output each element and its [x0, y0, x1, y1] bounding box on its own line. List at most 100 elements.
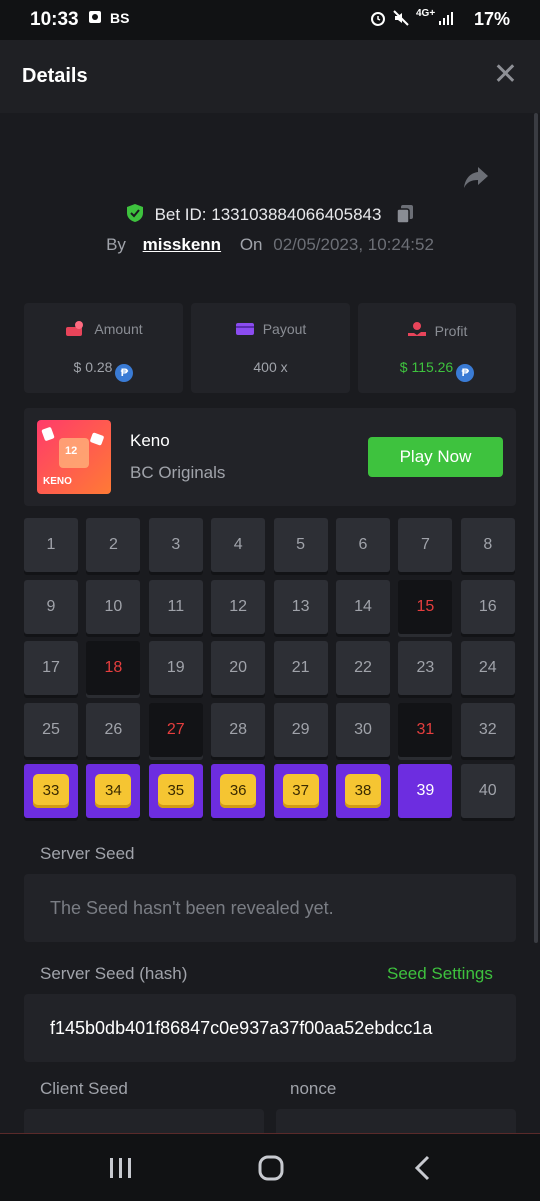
alarm-icon — [370, 10, 386, 29]
payout-label: Payout — [262, 321, 307, 337]
gem-icon: 38 — [345, 774, 381, 808]
home-icon[interactable] — [257, 1154, 285, 1182]
recent-apps-icon[interactable] — [108, 1156, 134, 1180]
play-now-button[interactable]: Play Now — [368, 437, 503, 477]
server-seed-hash-value: f145b0db401f86847c0e937a37f00aa52ebdcc1a — [50, 1018, 433, 1038]
keno-cell[interactable]: 14 — [336, 579, 390, 634]
peso-coin-icon: ₱ — [115, 364, 134, 382]
game-card: 12 KENO Keno BC Originals Play Now — [24, 408, 516, 506]
keno-cell[interactable]: 1 — [24, 518, 78, 572]
back-icon[interactable] — [412, 1154, 434, 1182]
shield-icon — [126, 203, 144, 228]
gem-icon: 35 — [157, 774, 194, 808]
keno-cell[interactable]: 38 — [336, 764, 390, 818]
bet-date: 02/05/2023, 10:24:52 — [273, 235, 434, 254]
server-seed-hash-box[interactable]: f145b0db401f86847c0e937a37f00aa52ebdcc1a — [24, 994, 516, 1062]
gem-icon: 36 — [220, 774, 257, 808]
keno-cell[interactable]: 26 — [86, 702, 141, 757]
scrollbar[interactable] — [534, 113, 538, 943]
keno-cell[interactable]: 8 — [460, 518, 515, 572]
on-label: On — [239, 235, 263, 254]
keno-cell[interactable]: 18 — [86, 641, 141, 695]
game-name: Keno — [130, 431, 170, 450]
keno-thumb-number: 12 — [65, 445, 78, 457]
keno-cell[interactable]: 12 — [211, 579, 266, 634]
server-seed-label: Server Seed — [40, 844, 135, 863]
bet-id-row: Bet ID: 133103884066405843 — [0, 203, 540, 229]
gem-icon: 37 — [282, 774, 319, 808]
keno-thumb-text: KENO — [43, 476, 72, 487]
keno-cell[interactable]: 29 — [273, 702, 328, 757]
keno-thumbnail[interactable]: 12 KENO — [37, 420, 111, 494]
keno-cell[interactable]: 40 — [460, 764, 515, 818]
page-title: Details — [22, 65, 88, 87]
close-button[interactable]: ✕ — [493, 60, 518, 90]
stat-profit: Profit $ 115.26 ₱ — [358, 303, 516, 393]
keno-cell[interactable]: 3 — [148, 518, 203, 572]
username-link[interactable]: misskenn — [143, 235, 221, 254]
stat-amount: Amount $ 0.28 ₱ — [24, 303, 183, 393]
copy-icon[interactable] — [396, 204, 414, 229]
keno-cell[interactable]: 23 — [398, 641, 453, 695]
payout-card-icon — [235, 323, 254, 335]
keno-cell[interactable]: 9 — [24, 579, 78, 634]
keno-cell[interactable]: 25 — [24, 702, 78, 757]
by-label: By — [106, 235, 126, 254]
keno-cell[interactable]: 4 — [211, 518, 266, 572]
keno-cell[interactable]: 20 — [211, 641, 266, 695]
status-network: 4G+ — [416, 8, 436, 19]
keno-cell[interactable]: 22 — [336, 641, 390, 695]
keno-cell[interactable]: 15 — [398, 579, 453, 634]
stat-payout: Payout 400 x — [191, 303, 350, 393]
keno-cell[interactable]: 24 — [460, 641, 515, 695]
keno-cell[interactable]: 32 — [460, 702, 515, 757]
server-seed-value: The Seed hasn't been revealed yet. — [50, 898, 334, 918]
amount-label: Amount — [94, 321, 143, 337]
notification-icon — [88, 10, 102, 27]
keno-cell[interactable]: 36 — [211, 764, 266, 818]
keno-cell[interactable]: 5 — [273, 518, 328, 572]
keno-cell[interactable]: 7 — [398, 518, 453, 572]
client-seed-label: Client Seed — [40, 1079, 128, 1098]
server-seed-box: The Seed hasn't been revealed yet. — [24, 874, 516, 942]
keno-cell[interactable]: 39 — [398, 764, 453, 818]
keno-cell[interactable]: 10 — [86, 579, 141, 634]
keno-cell[interactable]: 33 — [24, 764, 78, 818]
profit-icon — [407, 322, 426, 336]
keno-cell[interactable]: 19 — [148, 641, 203, 695]
share-arrow-icon — [464, 167, 488, 188]
keno-cell[interactable]: 2 — [86, 518, 141, 572]
keno-cell[interactable]: 11 — [148, 579, 203, 634]
keno-cell[interactable]: 13 — [273, 579, 328, 634]
profit-label: Profit — [434, 323, 468, 339]
keno-cell[interactable]: 17 — [24, 641, 78, 695]
status-bar: 10:33 BS 4G+ 17% — [0, 0, 540, 40]
client-seed-box[interactable] — [24, 1109, 264, 1133]
signal-icon — [438, 10, 454, 29]
nonce-box[interactable] — [276, 1109, 516, 1133]
keno-cell[interactable]: 27 — [148, 702, 203, 757]
keno-cell[interactable]: 30 — [336, 702, 390, 757]
keno-cell[interactable]: 21 — [273, 641, 328, 695]
keno-cell[interactable]: 28 — [211, 702, 266, 757]
status-battery: 17% — [473, 9, 510, 29]
details-content: Bet ID: 133103884066405843 By misskenn O… — [0, 113, 540, 1133]
amount-icon — [66, 321, 84, 336]
keno-cell[interactable]: 6 — [336, 518, 390, 572]
keno-cell[interactable]: 35 — [148, 764, 203, 818]
status-carrier: BS — [110, 10, 130, 26]
bet-byline: By misskenn On 02/05/2023, 10:24:52 — [0, 235, 540, 255]
bet-id: Bet ID: 133103884066405843 — [154, 205, 382, 224]
mute-icon — [393, 10, 409, 29]
seed-settings-link[interactable]: Seed Settings — [387, 964, 493, 984]
share-button[interactable] — [462, 165, 490, 196]
keno-cell[interactable]: 34 — [86, 764, 141, 818]
details-header: Details ✕ — [0, 40, 540, 113]
nonce-label: nonce — [290, 1079, 337, 1098]
game-provider: BC Originals — [130, 463, 226, 482]
keno-cell[interactable]: 31 — [398, 702, 453, 757]
profit-value: $ 115.26 — [399, 359, 454, 375]
keno-cell[interactable]: 37 — [273, 764, 328, 818]
server-seed-hash-label: Server Seed (hash) — [40, 964, 188, 983]
keno-cell[interactable]: 16 — [460, 579, 515, 634]
